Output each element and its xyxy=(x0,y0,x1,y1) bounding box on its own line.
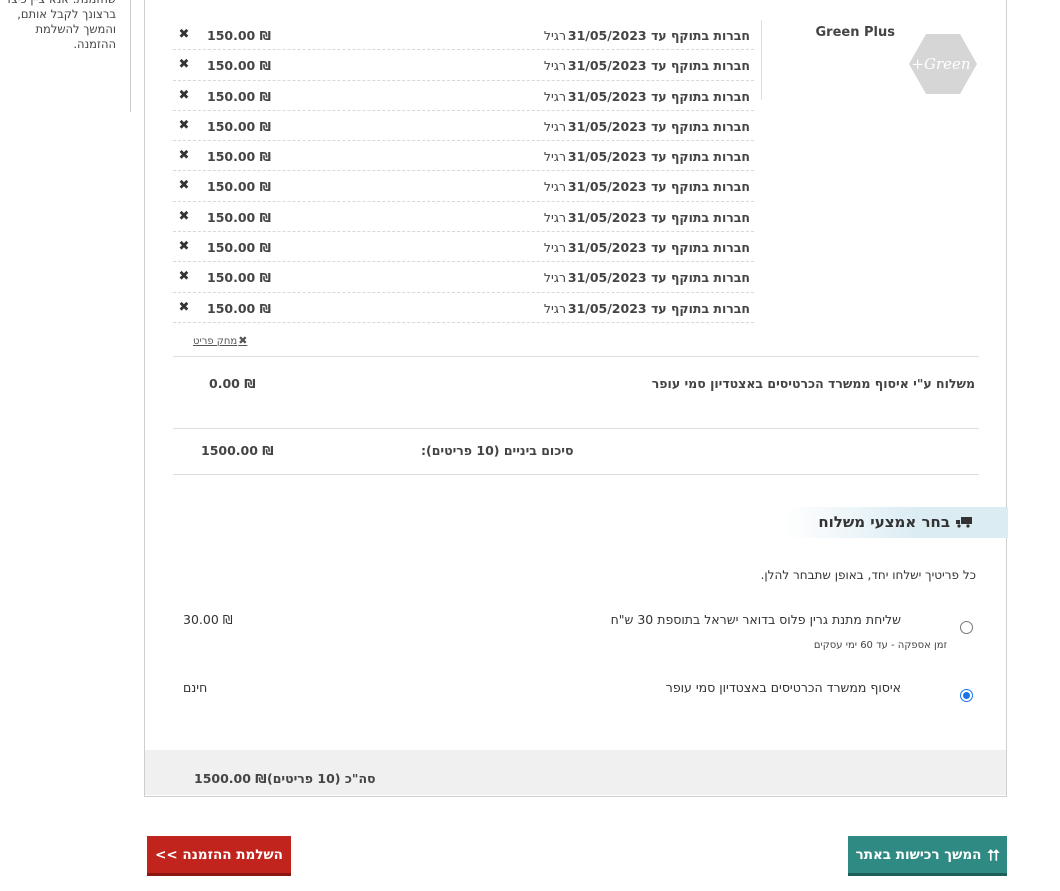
item-price: 150.00 ₪ xyxy=(207,118,271,134)
item-row: חברות בתוקף עד 31/05/2023 רגיל 150.00 ₪ ✖ xyxy=(173,232,754,263)
item-type: רגיל xyxy=(543,240,566,256)
item-type: רגיל xyxy=(543,118,566,134)
vertical-divider xyxy=(761,20,762,100)
remove-item-link[interactable]: ✖מחק פריט xyxy=(193,334,247,347)
delivery-option-mail-radio[interactable] xyxy=(960,621,973,634)
item-desc: חברות בתוקף עד 31/05/2023 xyxy=(567,179,750,195)
item-desc: חברות בתוקף עד 31/05/2023 xyxy=(567,88,750,104)
checkout-button[interactable]: השלמת ההזמנה >> xyxy=(147,836,291,876)
remove-icon[interactable]: ✖ xyxy=(178,210,190,223)
item-row: חברות בתוקף עד 31/05/2023 רגיל 150.00 ₪ ✖ xyxy=(173,20,754,51)
side-note-text: שהזמנת. אנא ציין כיצד ברצונך לקבל אותם, … xyxy=(5,0,116,51)
delivery-option-pickup-radio[interactable] xyxy=(960,689,973,702)
remove-icon[interactable]: ✖ xyxy=(178,58,190,71)
item-row: חברות בתוקף עד 31/05/2023 רגיל 150.00 ₪ ✖ xyxy=(173,293,754,323)
remove-item-label: מחק פריט xyxy=(193,336,238,347)
delivery-option-pickup-label: איסוף ממשרד הכרטיסים באצטדיון סמי עופר xyxy=(665,680,901,695)
item-type: רגיל xyxy=(543,58,566,74)
subtotal-label: סיכום ביניים (10 פריטים): xyxy=(421,443,574,458)
product-name: Green Plus xyxy=(815,25,895,40)
item-price: 150.00 ₪ xyxy=(207,179,271,195)
item-type: רגיל xyxy=(543,300,566,316)
delivery-option-mail-label: שליחת מתנת גרין פלוס בדואר ישראל בתוספת … xyxy=(610,612,901,627)
checkout-button-label: השלמת ההזמנה >> xyxy=(155,846,283,863)
total-value: 1500.00 ₪ xyxy=(194,771,267,786)
item-type: רגיל xyxy=(543,209,566,225)
item-type: רגיל xyxy=(543,179,566,195)
items-list: חברות בתוקף עד 31/05/2023 רגיל 150.00 ₪ ✖ חב… xyxy=(173,20,754,323)
item-price: 150.00 ₪ xyxy=(207,240,271,256)
remove-icon[interactable]: ✖ xyxy=(178,149,190,162)
item-row: חברות בתוקף עד 31/05/2023 רגיל 150.00 ₪ ✖ xyxy=(173,111,754,142)
total-bar: סה"כ (10 פריטים) 1500.00 ₪ xyxy=(145,750,1006,795)
delivery-option-mail[interactable]: שליחת מתנת גרין פלוס בדואר ישראל בתוספת … xyxy=(173,612,979,662)
remove-icon[interactable]: ✖ xyxy=(178,301,190,314)
remove-icon[interactable]: ✖ xyxy=(178,270,190,283)
divider xyxy=(173,356,979,357)
total-label: סה"כ (10 פריטים) xyxy=(267,771,376,786)
item-price: 150.00 ₪ xyxy=(207,58,271,74)
item-desc: חברות בתוקף עד 31/05/2023 xyxy=(567,240,750,256)
item-type: רגיל xyxy=(543,88,566,104)
delivery-option-mail-sub: זמן אספקה - עד 60 ימי עסקים xyxy=(813,640,947,651)
remove-icon[interactable]: ✖ xyxy=(178,240,190,253)
green-plus-logo-text: Green+ xyxy=(911,55,970,73)
side-note: שהזמנת. אנא ציין כיצד ברצונך לקבל אותם, … xyxy=(0,0,131,112)
item-row: חברות בתוקף עד 31/05/2023 רגיל 150.00 ₪ ✖ xyxy=(173,262,754,293)
item-desc: חברות בתוקף עד 31/05/2023 xyxy=(567,149,750,165)
item-desc: חברות בתוקף עד 31/05/2023 xyxy=(567,118,750,134)
green-plus-logo: Green+ xyxy=(909,34,977,94)
remove-icon[interactable]: ✖ xyxy=(178,179,190,192)
remove-icon[interactable]: ✖ xyxy=(178,119,190,132)
item-price: 150.00 ₪ xyxy=(207,149,271,165)
item-row: חברות בתוקף עד 31/05/2023 רגיל 150.00 ₪ ✖ xyxy=(173,171,754,202)
shipping-line-label: משלוח ע"י איסוף ממשרד הכרטיסים באצטדיון … xyxy=(651,376,975,391)
truck-icon xyxy=(956,517,972,528)
up-arrow-icon: ⮅ xyxy=(987,845,1000,864)
item-desc: חברות בתוקף עד 31/05/2023 xyxy=(567,270,750,286)
cart-box: Green+ Green Plus חברות בתוקף עד 31/05/2… xyxy=(144,0,1008,797)
item-row: חברות בתוקף עד 31/05/2023 רגיל 150.00 ₪ ✖ xyxy=(173,202,754,233)
delivery-option-pickup[interactable]: איסוף ממשרד הכרטיסים באצטדיון סמי עופר ח… xyxy=(173,680,979,710)
item-type: רגיל xyxy=(543,149,566,165)
continue-shopping-label: המשך רכישות באתר xyxy=(855,846,982,863)
item-price: 150.00 ₪ xyxy=(207,300,271,316)
item-price: 150.00 ₪ xyxy=(207,88,271,104)
item-type: רגיל xyxy=(543,270,566,286)
delivery-note: כל פריטיך ישלחו יחד, באופן שתבחר להלן. xyxy=(760,568,976,582)
delivery-header: בחר אמצעי משלוח xyxy=(785,507,1008,538)
item-price: 150.00 ₪ xyxy=(207,28,271,43)
remove-icon[interactable]: ✖ xyxy=(178,28,190,41)
delivery-option-mail-price: 30.00 ₪ xyxy=(183,612,233,627)
item-desc: חברות בתוקף עד 31/05/2023 xyxy=(567,28,750,43)
remove-x-icon: ✖ xyxy=(238,334,248,347)
remove-icon[interactable]: ✖ xyxy=(178,89,190,102)
item-row: חברות בתוקף עד 31/05/2023 רגיל 150.00 ₪ ✖ xyxy=(173,141,754,172)
delivery-option-pickup-price: חינם xyxy=(183,680,208,695)
divider xyxy=(173,474,979,475)
item-desc: חברות בתוקף עד 31/05/2023 xyxy=(567,58,750,74)
item-desc: חברות בתוקף עד 31/05/2023 xyxy=(567,209,750,225)
item-row: חברות בתוקף עד 31/05/2023 רגיל 150.00 ₪ ✖ xyxy=(173,81,754,111)
item-row: חברות בתוקף עד 31/05/2023 רגיל 150.00 ₪ ✖ xyxy=(173,50,754,81)
item-type: רגיל xyxy=(543,28,566,43)
item-desc: חברות בתוקף עד 31/05/2023 xyxy=(567,300,750,316)
item-price: 150.00 ₪ xyxy=(207,209,271,225)
item-price: 150.00 ₪ xyxy=(207,270,271,286)
subtotal-value: 1500.00 ₪ xyxy=(201,443,274,458)
continue-shopping-button[interactable]: ⮅ המשך רכישות באתר xyxy=(848,836,1007,876)
divider xyxy=(173,428,979,429)
shipping-line-value: 0.00 ₪ xyxy=(209,376,256,391)
delivery-title: בחר אמצעי משלוח xyxy=(818,513,950,531)
